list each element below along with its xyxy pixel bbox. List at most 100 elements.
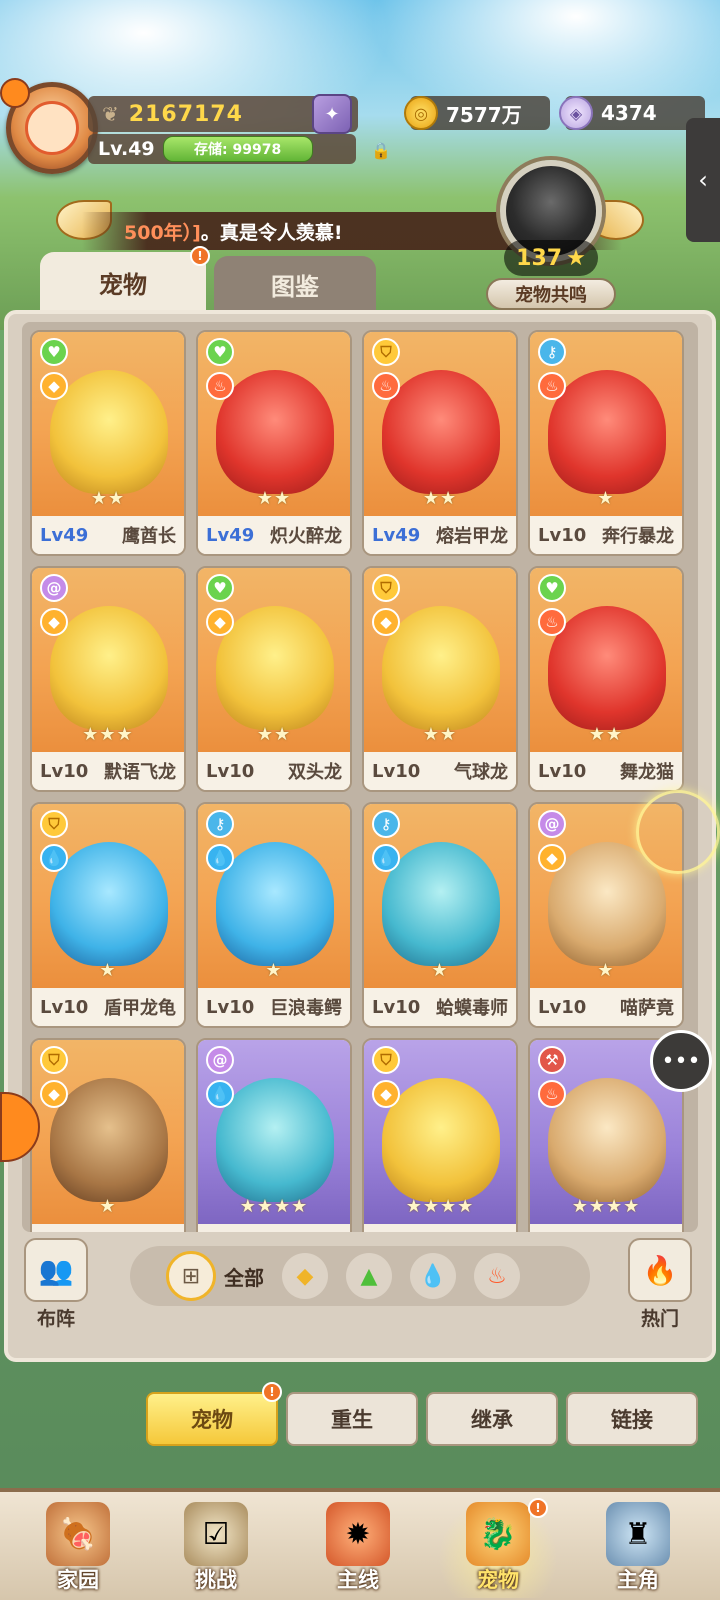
earth-element-icon: ◆ [206,608,234,636]
pet-stars: ★★★★ [239,1196,309,1217]
pet-card[interactable]: ⚷ ♨ ★ Lv10 奔行暴龙 [528,330,684,556]
fire-element-icon: ♨ [206,372,234,400]
pet-stars: ★★★★ [571,1196,641,1217]
tab-pets[interactable]: 宠物 [40,252,206,312]
water-element-icon: 💧 [419,1263,447,1289]
pet-card[interactable]: @ ◆ ★★★ Lv10 默语飞龙 [30,566,186,792]
pet-card[interactable]: ♥ ♨ ★★ Lv10 舞龙猫 [528,566,684,792]
heart-icon: ♥ [206,338,234,366]
filter-all-label: 全部 [224,1265,264,1290]
filter-all-button[interactable]: ⊞ [166,1251,216,1301]
pet-level: Lv10 [40,760,89,782]
pet-card[interactable]: ⛉ ◆ ★ [30,1038,186,1232]
pet-stars: ★ [597,960,615,981]
tab-codex[interactable]: 图鉴 [214,256,376,312]
water-element-icon: 💧 [40,844,68,872]
pet-stars: ★★ [422,724,458,745]
pet-level: Lv10 [206,996,255,1018]
highlight-ring [636,790,720,874]
fire-element-icon: ♨ [372,372,400,400]
water-element-icon: 💧 [206,844,234,872]
grid-icon: ⊞ [181,1263,201,1289]
filter-fire-button[interactable]: ♨ [474,1253,520,1299]
pet-level: Lv10 [538,996,587,1018]
hot-button[interactable]: 🔥 [628,1238,692,1302]
hot-label: 热门 [640,1308,679,1330]
resonance-count-value: 137 [516,245,563,271]
pet-card[interactable]: ⚷ 💧 ★ Lv10 巨浪毒鳄 [196,802,352,1028]
pet-card[interactable]: ♥ ◆ ★★ Lv49 鹰酋长 [30,330,186,556]
pet-stars: ★★ [588,724,624,745]
pet-card[interactable]: ⛉ ◆ ★★ Lv10 气球龙 [362,566,518,792]
pet-card[interactable]: ⛉ ♨ ★★ Lv49 熔岩甲龙 [362,330,518,556]
earth-element-icon: ◆ [538,844,566,872]
ticker-text: 。真是令人羡慕! [200,221,343,244]
pet-stars: ★★★★ [405,1196,475,1217]
nav-hero[interactable]: ♜ 主角 [578,1498,698,1598]
side-collapse-tab[interactable]: ‹ [686,118,720,242]
pet-level: Lv49 [372,524,421,546]
formation-button[interactable]: 👥 [24,1238,88,1302]
lock-icon[interactable]: 🔒 [370,138,392,162]
earth-element-icon: ◆ [372,608,400,636]
action-link-button[interactable]: 链接 [566,1392,698,1446]
storage-bar: 存储: 99978 [162,136,313,162]
pet-name: 喵萨竟 [620,998,674,1019]
fire-element-icon: ♨ [538,1080,566,1108]
pet-name: 奔行暴龙 [602,526,674,547]
nav-challenge[interactable]: ☑ 挑战 [156,1498,276,1598]
nav-main[interactable]: ✹ 主线 [298,1498,418,1598]
pet-name: 熔岩甲龙 [436,526,508,547]
pet-card[interactable]: ⛉ ◆ ★★★★ [362,1038,518,1232]
dragon-egg-icon: ✹ [326,1502,390,1566]
pet-card[interactable]: @ 💧 ★★★★ [196,1038,352,1232]
pet-name: 盾甲龙龟 [104,998,176,1019]
shell-currency[interactable]: ◈ 4374 [559,96,705,130]
heart-icon: ♥ [40,338,68,366]
pet-name: 炽火醉龙 [270,526,342,547]
action-inherit-button[interactable]: 继承 [426,1392,558,1446]
player-level: Lv.49 [98,138,155,160]
filter-water-button[interactable]: 💧 [410,1253,456,1299]
challenge-board-icon: ☑ [184,1502,248,1566]
dragon-pet-icon: 🐉 [466,1502,530,1566]
action-pets-notice-icon: ! [262,1382,282,1402]
pet-card[interactable]: ♥ ◆ ★★ Lv10 双头龙 [196,566,352,792]
bone-icon[interactable]: ✦ [312,94,352,134]
key-icon: ⚷ [206,810,234,838]
heart-icon: ♥ [206,574,234,602]
nav-home-label: 家园 [57,1568,99,1592]
action-pets-button[interactable]: 宠物 [146,1392,278,1446]
filter-grass-button[interactable]: ▲ [346,1253,392,1299]
pet-stars: ★ [431,960,449,981]
pet-resonance-button[interactable]: 137 ★ 宠物共鸣 [486,160,616,310]
chat-icon[interactable]: ••• [650,1030,712,1092]
pet-card[interactable]: ⛉ 💧 ★ Lv10 盾甲龙龟 [30,802,186,1028]
filter-earth-button[interactable]: ◆ [282,1253,328,1299]
shell-value: 4374 [601,101,657,125]
nav-main-label: 主线 [337,1568,379,1592]
pet-card[interactable]: ⚷ 💧 ★ Lv10 蛤蟆毒师 [362,802,518,1028]
key-icon: ⚷ [372,810,400,838]
pet-level: Lv49 [206,524,255,546]
gold-currency[interactable]: ◎ 7577万 [404,96,550,130]
earth-element-icon: ◆ [40,608,68,636]
pet-level: Lv10 [372,760,421,782]
spiral-icon: @ [538,810,566,838]
earth-element-icon: ◆ [40,1080,68,1108]
shield-icon: ⛉ [372,338,400,366]
pet-card[interactable]: ♥ ♨ ★★ Lv49 炽火醉龙 [196,330,352,556]
pet-name: 默语飞龙 [104,762,176,783]
hammer-icon: ⚒ [538,1046,566,1074]
pet-name: 舞龙猫 [620,762,674,783]
pet-footer: Lv10 巨浪毒鳄 [198,988,350,1026]
nav-home[interactable]: 🍖 家园 [18,1498,138,1598]
pet-footer: Lv10 喵萨竟 [530,988,682,1026]
nav-pets-label: 宠物 [477,1568,519,1592]
pet-name: 蛤蟆毒师 [436,998,508,1019]
gold-value: 7577万 [446,102,522,127]
earth-element-icon: ◆ [40,372,68,400]
action-rebirth-button[interactable]: 重生 [286,1392,418,1446]
heart-icon: ♥ [538,574,566,602]
tab-pets-notice-icon: ! [190,246,210,266]
